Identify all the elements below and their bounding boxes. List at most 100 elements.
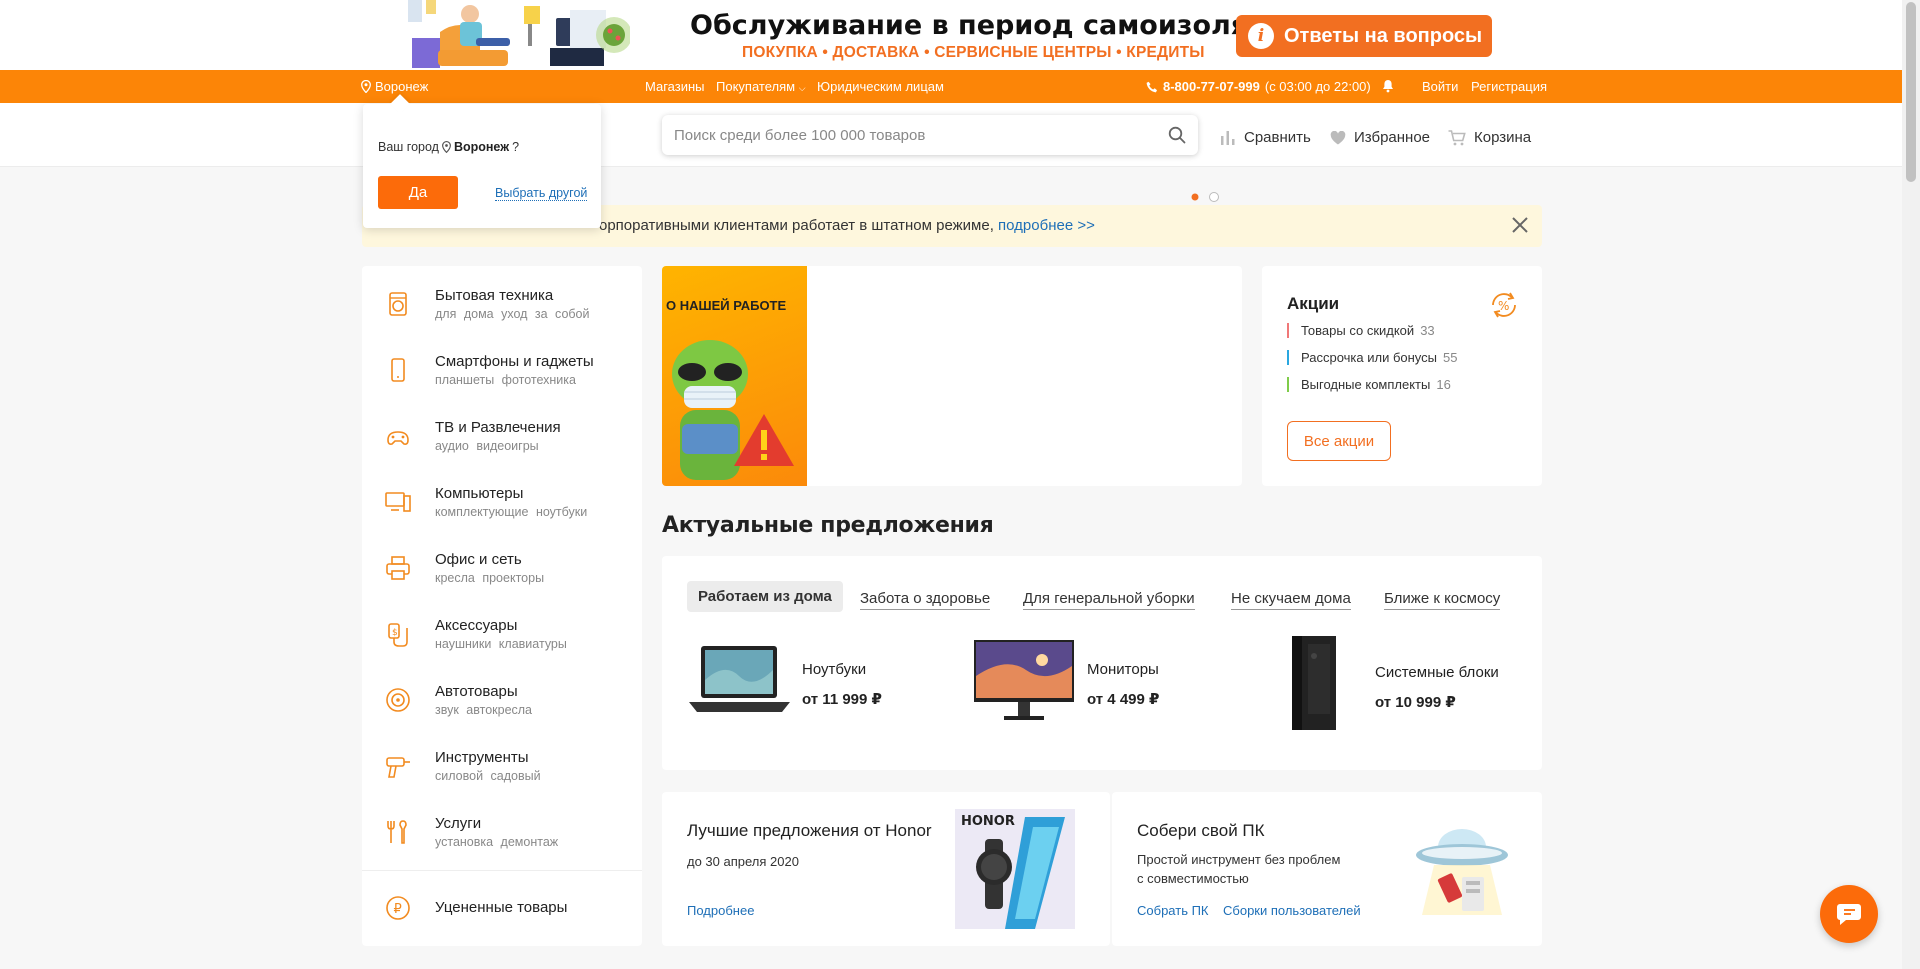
promotion-count: 55	[1443, 350, 1458, 365]
category-title: Офис и сеть	[435, 551, 522, 568]
system-unit-image	[1292, 636, 1336, 730]
category-subtitle: установка демонтаж	[435, 835, 559, 849]
phone-icon	[1146, 81, 1157, 92]
city-selector[interactable]: Воронеж	[361, 79, 428, 94]
category-subtitle: кресла проекторы	[435, 571, 545, 585]
confirm-city-button[interactable]: Да	[378, 176, 458, 209]
nav-legal-entities[interactable]: Юридическим лицам	[817, 79, 944, 94]
header: Сравнить Избранное Корзина	[0, 103, 1902, 167]
nav-customers-label: Покупателям	[716, 79, 796, 94]
honor-more-link[interactable]: Подробнее	[687, 903, 754, 918]
smartphone-icon	[391, 358, 405, 382]
user-builds-link[interactable]: Сборки пользователей	[1223, 903, 1361, 918]
notice-text: орпоративными клиентами работает в штатн…	[599, 217, 1095, 234]
location-pin-icon	[441, 141, 451, 153]
pc-card-description-line: Простой инструмент без проблем	[1137, 852, 1341, 867]
cart-icon	[1448, 129, 1466, 145]
category-appliances[interactable]: Бытовая техника для дома уход за собой	[362, 278, 642, 332]
ufo-illustration	[1416, 829, 1508, 915]
category-discounted[interactable]: ₽ Уцененные товары	[362, 882, 642, 936]
scrollbar-thumb[interactable]	[1906, 2, 1916, 182]
offers-heading: Актуальные предложения	[662, 513, 994, 538]
nav-stores[interactable]: Магазины	[645, 79, 705, 94]
monitor-image	[974, 640, 1074, 720]
all-promotions-button[interactable]: Все акции	[1287, 421, 1391, 461]
product-monitors[interactable]: Мониторы от 4 499 ₽	[972, 636, 1202, 746]
page-scrollbar[interactable]	[1902, 0, 1920, 969]
product-price: от 10 999 ₽	[1375, 694, 1456, 711]
tab-general-cleaning[interactable]: Для генеральной уборки	[1023, 590, 1195, 610]
compare-button[interactable]: Сравнить	[1220, 129, 1311, 146]
category-smartphones[interactable]: Смартфоны и гаджеты планшеты фототехника	[362, 344, 642, 398]
tab-work-from-home[interactable]: Работаем из дома	[687, 581, 843, 612]
cart-button[interactable]: Корзина	[1448, 129, 1531, 146]
slider-dot-active[interactable]	[1191, 193, 1199, 201]
category-office[interactable]: Офис и сеть кресла проекторы	[362, 542, 642, 596]
notice-more-link[interactable]: подробнее >>	[998, 217, 1095, 234]
bell-icon[interactable]	[1382, 79, 1394, 96]
category-subtitle: планшеты фототехника	[435, 373, 576, 387]
category-subtitle: силовой садовый	[435, 769, 541, 783]
sidebar-divider	[362, 870, 642, 871]
hero-slider[interactable]: О НАШЕЙ РАБОТЕ	[662, 266, 1242, 486]
honor-card-date: до 30 апреля 2020	[687, 854, 799, 869]
category-title: Услуги	[435, 815, 482, 832]
product-system-units[interactable]: Системные блоки от 10 999 ₽	[1262, 636, 1522, 746]
pc-card-description-line: с совместимостью	[1137, 871, 1249, 886]
choose-other-city-link[interactable]: Выбрать другой	[495, 186, 588, 201]
tab-closer-to-space[interactable]: Ближе к космосу	[1384, 590, 1501, 610]
close-icon[interactable]	[1510, 215, 1530, 235]
category-title: ТВ и Развлечения	[435, 419, 561, 436]
category-services[interactable]: Услуги установка демонтаж	[362, 806, 642, 860]
build-pc-link[interactable]: Собрать ПК	[1137, 903, 1209, 918]
build-pc-card[interactable]: Собери свой ПК Простой инструмент без пр…	[1112, 792, 1542, 946]
slider-dot[interactable]	[1209, 192, 1219, 202]
category-title: Автотовары	[435, 683, 518, 700]
phone-hours: (с 03:00 до 22:00)	[1264, 79, 1371, 94]
login-link[interactable]: Войти	[1422, 79, 1458, 94]
answers-button[interactable]: i Ответы на вопросы	[1236, 15, 1492, 57]
category-title: Инструменты	[435, 749, 529, 766]
nav-customers[interactable]: Покупателям ⌵	[716, 79, 806, 94]
tab-not-bored-at-home[interactable]: Не скучаем дома	[1231, 590, 1351, 610]
search-icon[interactable]	[1168, 126, 1186, 144]
gamepad-icon	[387, 431, 409, 445]
category-accessories[interactable]: $ Аксессуары наушники клавиатуры	[362, 608, 642, 662]
honor-products-image: HONOR	[955, 809, 1075, 929]
promo-banner[interactable]: Обслуживание в период самоизоляции ПОКУП…	[0, 0, 1902, 70]
promotion-link-bundles[interactable]: Выгодные комплекты 16	[1287, 377, 1451, 392]
chat-button[interactable]	[1820, 885, 1878, 943]
category-computers[interactable]: Компьютеры комплектующие ноутбуки	[362, 476, 642, 530]
favorites-button[interactable]: Избранное	[1330, 129, 1430, 146]
drill-icon	[386, 757, 410, 778]
category-tv-entertainment[interactable]: ТВ и Развлечения аудио видеоигры	[362, 410, 642, 464]
category-title: Уцененные товары	[435, 899, 568, 916]
category-auto[interactable]: Автотовары звук автокресла	[362, 674, 642, 728]
chat-bubble-icon	[1837, 904, 1861, 925]
alien-mascot-image	[672, 340, 794, 480]
promotion-link-installments[interactable]: Рассрочка или бонусы 55	[1287, 350, 1457, 365]
register-link[interactable]: Регистрация	[1471, 79, 1547, 94]
product-laptops[interactable]: Ноутбуки от 11 999 ₽	[687, 636, 917, 746]
laptop-image	[689, 646, 790, 712]
promo-illustration	[408, 0, 630, 68]
category-tools[interactable]: Инструменты силовой садовый	[362, 740, 642, 794]
phone-contact[interactable]: 8-800-77-07-999 (с 03:00 до 22:00)	[1146, 79, 1371, 94]
search-box[interactable]	[662, 115, 1198, 155]
search-input[interactable]	[674, 126, 1168, 144]
city-name: Воронеж	[375, 79, 429, 94]
top-nav-bar: Воронеж Магазины Покупателям ⌵ Юридическ…	[0, 70, 1902, 103]
discount-coin-icon: ₽	[386, 896, 410, 920]
svg-text:%: %	[1498, 299, 1509, 313]
tab-health-care[interactable]: Забота о здоровье	[860, 590, 991, 610]
honor-brand-text: HONOR	[961, 814, 1015, 829]
product-name: Ноутбуки	[802, 661, 867, 678]
category-subtitle: для дома уход за собой	[435, 307, 590, 321]
printer-icon	[386, 556, 410, 580]
promotion-link-discounts[interactable]: Товары со скидкой 33	[1287, 323, 1435, 338]
product-price: от 4 499 ₽	[1087, 691, 1160, 708]
slider-banner-image[interactable]: О НАШЕЙ РАБОТЕ	[662, 266, 807, 486]
cart-label: Корзина	[1474, 129, 1532, 146]
honor-offers-card[interactable]: Лучшие предложения от Honor до 30 апреля…	[662, 792, 1110, 946]
promotions-title: Акции	[1287, 294, 1340, 313]
